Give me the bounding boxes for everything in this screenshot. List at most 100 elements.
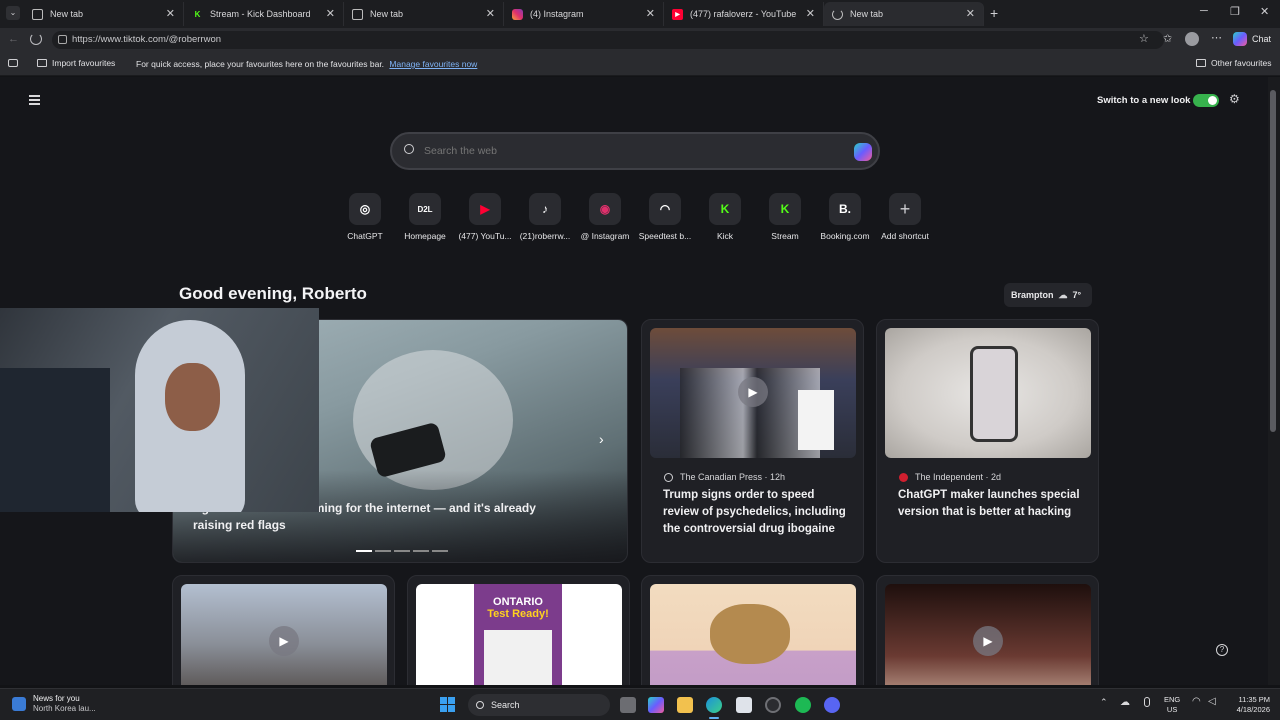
play-icon[interactable]: ▶ [973, 626, 1003, 656]
search-input[interactable] [424, 142, 824, 160]
new-tab-icon[interactable]: + [990, 5, 998, 21]
shortcut-label: Add shortcut [881, 231, 929, 241]
tab-4[interactable]: (4) Instagram ✕ [504, 2, 664, 26]
search-icon [476, 701, 484, 709]
shortcut-tile[interactable]: ◎ ChatGPT [331, 193, 399, 241]
microphone-icon[interactable] [1144, 697, 1150, 707]
close-icon[interactable]: ✕ [326, 7, 335, 20]
new-look-toggle[interactable] [1193, 94, 1219, 107]
help-icon[interactable]: ? [1216, 644, 1228, 656]
menu-icon[interactable] [29, 95, 40, 105]
tab-3[interactable]: New tab ✕ [344, 2, 504, 26]
toggle-knob [1208, 96, 1217, 105]
close-icon[interactable]: ✕ [486, 7, 495, 20]
next-arrow-icon[interactable]: › [599, 431, 604, 447]
shortcut-tile[interactable]: K Stream [751, 193, 819, 241]
copilot-icon[interactable] [648, 697, 664, 713]
manage-favourites-link[interactable]: Manage favourites now [389, 59, 477, 69]
carousel-dot[interactable] [356, 550, 372, 552]
profile-avatar[interactable] [1185, 32, 1199, 46]
close-icon[interactable]: ✕ [966, 7, 975, 20]
news-widget-title: News for you [33, 694, 80, 703]
close-icon[interactable]: ✕ [806, 7, 815, 20]
tab-5[interactable]: ▶ (477) rafaloverz - YouTube ✕ [664, 2, 824, 26]
tray-overflow-icon[interactable]: ⌃ [1100, 697, 1108, 708]
other-favourites-label: Other favourites [1211, 58, 1272, 68]
close-icon[interactable]: ✕ [646, 7, 655, 20]
other-favourites-button[interactable]: Other favourites [1196, 58, 1271, 68]
settings-gear-icon[interactable]: ⚙ [1229, 92, 1240, 106]
news-card[interactable]: The Independent · 2d ChatGPT maker launc… [876, 319, 1099, 563]
volume-icon[interactable]: ◁ [1208, 696, 1216, 707]
site-info-icon[interactable] [58, 35, 67, 44]
reload-icon[interactable] [30, 33, 42, 45]
copilot-icon[interactable] [854, 143, 872, 161]
minimize-icon[interactable]: ─ [1200, 5, 1208, 17]
news-source: The Canadian Press · 12h [664, 472, 785, 482]
shortcut-tile[interactable]: ◉ @ Instagram [571, 193, 639, 241]
copilot-icon [1233, 32, 1247, 46]
import-favourites-button[interactable]: Import favourites [37, 58, 115, 68]
shortcut-tile[interactable]: ♪ (21)roberrw... [511, 193, 579, 241]
news-card[interactable]: ONTARIO Test Ready! [407, 575, 630, 685]
shortcut-tile[interactable]: K Kick [691, 193, 759, 241]
clock[interactable]: 11:35 PM 4/18/2026 [1226, 695, 1270, 715]
news-card[interactable] [641, 575, 864, 685]
news-widget[interactable]: News for you North Korea lau... [12, 694, 96, 714]
scrollbar-thumb[interactable] [1270, 90, 1276, 432]
news-card[interactable]: ▶ [172, 575, 395, 685]
more-icon[interactable]: ⋯ [1211, 31, 1222, 44]
carousel-dot[interactable] [394, 550, 410, 552]
address-toolbar: ← https://www.tiktok.com/@roberrwon ☆ ✩ … [0, 28, 1280, 52]
address-url: https://www.tiktok.com/@roberrwon [72, 34, 222, 45]
shortcut-tile[interactable]: ◠ Speedtest b... [631, 193, 699, 241]
close-icon[interactable]: ✕ [166, 7, 175, 20]
tab-6-active[interactable]: New tab ✕ [824, 2, 984, 26]
favourite-star-icon[interactable]: ☆ [1139, 32, 1149, 45]
weather-chip[interactable]: Brampton ☁ 7° [1004, 283, 1092, 307]
news-card[interactable]: ▶ The Canadian Press · 12h Trump signs o… [641, 319, 864, 563]
web-search-box[interactable] [390, 132, 880, 170]
tab-title: (4) Instagram [530, 9, 584, 19]
shortcut-tile[interactable]: D2L Homepage [391, 193, 459, 241]
switch-new-look-label: Switch to a new look [1097, 95, 1191, 106]
news-card[interactable]: ▶ [876, 575, 1099, 685]
chrome-icon[interactable] [765, 697, 781, 713]
wifi-icon[interactable]: ◠ [1192, 696, 1201, 707]
tab-2[interactable]: K Stream - Kick Dashboard ✕ [184, 2, 344, 26]
cloud-icon: ☁ [1058, 289, 1068, 300]
spotify-icon[interactable] [795, 697, 811, 713]
play-icon[interactable]: ▶ [269, 626, 299, 656]
shortcut-tile[interactable]: B. Booking.com [811, 193, 879, 241]
store-icon[interactable] [736, 697, 752, 713]
shortcut-tile[interactable]: + Add shortcut [871, 193, 939, 241]
news-thumbnail [885, 328, 1091, 458]
task-view-icon[interactable] [620, 697, 636, 713]
address-input[interactable]: https://www.tiktok.com/@roberrwon [52, 31, 1164, 49]
onedrive-icon[interactable]: ☁ [1120, 697, 1130, 708]
shortcut-tile[interactable]: ▶ (477) YouTu... [451, 193, 519, 241]
hero-headline-line2: raising red flags [193, 518, 286, 532]
carousel-dot[interactable] [375, 550, 391, 552]
carousel-dot[interactable] [413, 550, 429, 552]
file-explorer-icon[interactable] [677, 697, 693, 713]
play-icon[interactable]: ▶ [738, 377, 768, 407]
edge-icon[interactable] [706, 697, 722, 713]
windows-start-icon[interactable] [440, 697, 455, 712]
clock-date: 4/18/2026 [1236, 705, 1270, 714]
language-indicator[interactable]: ENG US [1164, 695, 1180, 715]
carousel-dot[interactable] [432, 550, 448, 552]
tab-actions-icon[interactable]: ⌄ [6, 6, 20, 20]
carousel-dots[interactable] [356, 550, 448, 552]
kick-icon: K [709, 193, 741, 225]
greeting: Good evening, Roberto [179, 284, 367, 303]
sidebar-toggle-icon[interactable] [8, 59, 18, 67]
favourites-icon[interactable]: ✩ [1163, 32, 1172, 45]
discord-icon[interactable] [824, 697, 840, 713]
back-icon[interactable]: ← [8, 33, 19, 45]
restore-icon[interactable]: ❐ [1230, 5, 1240, 18]
copilot-chat-button[interactable]: Chat [1233, 32, 1271, 46]
taskbar-search-box[interactable]: Search [468, 694, 610, 716]
tab-1[interactable]: New tab ✕ [24, 2, 184, 26]
window-close-icon[interactable]: ✕ [1260, 5, 1269, 18]
